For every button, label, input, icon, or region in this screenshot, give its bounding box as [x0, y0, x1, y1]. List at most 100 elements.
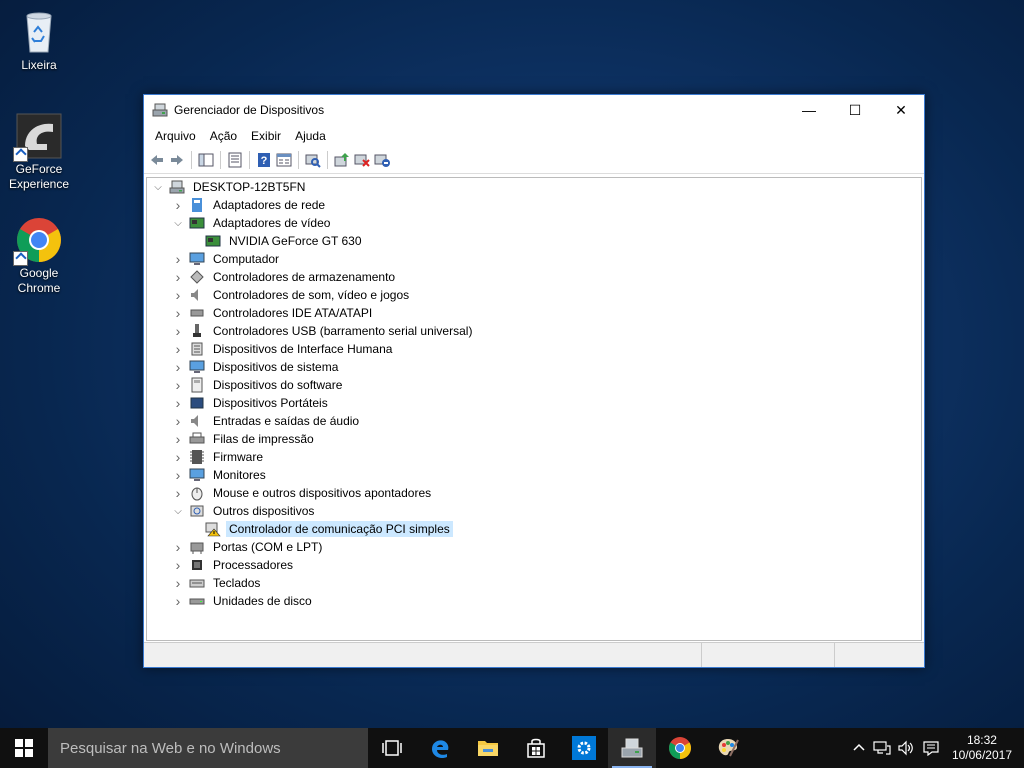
chevron-right-icon[interactable]: ›	[173, 287, 183, 303]
action-center-button[interactable]	[918, 728, 944, 768]
scan-hardware-button[interactable]	[304, 151, 322, 169]
chevron-right-icon[interactable]: ›	[173, 359, 183, 375]
display-adapter-icon	[205, 233, 221, 249]
arrow-left-icon	[151, 155, 163, 165]
minimize-button[interactable]: —	[786, 95, 832, 125]
chevron-right-icon[interactable]: ›	[173, 449, 183, 465]
chevron-right-icon[interactable]: ›	[173, 323, 183, 339]
usb-icon	[189, 323, 205, 339]
title-bar[interactable]: Gerenciador de Dispositivos — ☐ ✕	[144, 95, 924, 125]
tree-child-item[interactable]: Controlador de comunicação PCI simples	[147, 520, 921, 538]
tree-item[interactable]: › Dispositivos Portáteis	[147, 394, 921, 412]
desktop-icon-label: GeForce Experience	[8, 162, 70, 191]
taskbar-store[interactable]	[512, 728, 560, 768]
update-driver-button[interactable]	[333, 151, 351, 169]
tree-child-item[interactable]: NVIDIA GeForce GT 630	[147, 232, 921, 250]
maximize-button[interactable]: ☐	[832, 95, 878, 125]
search-box[interactable]: Pesquisar na Web e no Windows	[48, 728, 368, 768]
device-tree[interactable]: ⌵ DESKTOP-12BT5FN › Adaptadores de rede ⌵ A…	[146, 177, 922, 641]
desktop-icon-google-chrome[interactable]: Google Chrome	[1, 216, 77, 296]
hid-icon	[189, 341, 205, 357]
task-view-button[interactable]	[368, 728, 416, 768]
console-tree-icon	[198, 153, 214, 167]
tree-item[interactable]: › Controladores USB (barramento serial un…	[147, 322, 921, 340]
taskbar-device-manager[interactable]	[608, 728, 656, 768]
chevron-right-icon[interactable]: ›	[173, 305, 183, 321]
menu-arquivo[interactable]: Arquivo	[148, 129, 203, 143]
keyboard-icon	[189, 575, 205, 591]
svg-text:?: ?	[261, 155, 268, 167]
taskbar: Pesquisar na Web e no Windows 18:32 10/0…	[0, 728, 1024, 768]
tree-item[interactable]: › Monitores	[147, 466, 921, 484]
chevron-right-icon[interactable]: ›	[173, 575, 183, 591]
close-button[interactable]: ✕	[878, 95, 924, 125]
clock[interactable]: 18:32 10/06/2017	[944, 733, 1024, 763]
tree-item[interactable]: › Computador	[147, 250, 921, 268]
volume-button[interactable]	[894, 728, 918, 768]
tree-item[interactable]: › Portas (COM e LPT)	[147, 538, 921, 556]
tree-item[interactable]: › Filas de impressão	[147, 430, 921, 448]
tree-item[interactable]: › Dispositivos de sistema	[147, 358, 921, 376]
forward-button[interactable]	[168, 151, 186, 169]
properties-button[interactable]	[226, 151, 244, 169]
tree-item-label: Entradas e saídas de áudio	[213, 414, 360, 428]
menu-acao[interactable]: Ação	[203, 129, 244, 143]
tree-item-label: Controladores de som, vídeo e jogos	[213, 288, 410, 302]
tree-item[interactable]: › Dispositivos de Interface Humana	[147, 340, 921, 358]
taskbar-edge[interactable]	[416, 728, 464, 768]
chevron-right-icon[interactable]: ›	[173, 413, 183, 429]
chevron-right-icon[interactable]: ›	[173, 269, 183, 285]
recycle-bin-icon	[15, 8, 63, 56]
start-button[interactable]	[0, 728, 48, 768]
tree-item[interactable]: ⌵ Adaptadores de vídeo	[147, 214, 921, 232]
chevron-right-icon[interactable]: ›	[173, 377, 183, 393]
chevron-right-icon[interactable]: ›	[173, 485, 183, 501]
taskbar-file-explorer[interactable]	[464, 728, 512, 768]
tree-item[interactable]: › Entradas e saídas de áudio	[147, 412, 921, 430]
tree-item[interactable]: › Teclados	[147, 574, 921, 592]
tree-item[interactable]: › Controladores IDE ATA/ATAPI	[147, 304, 921, 322]
status-bar	[144, 642, 924, 667]
tree-item[interactable]: › Mouse e outros dispositivos apontadores	[147, 484, 921, 502]
chevron-right-icon[interactable]: ›	[173, 431, 183, 447]
chevron-right-icon[interactable]: ›	[173, 593, 183, 609]
tree-item[interactable]: ⌵ Outros dispositivos	[147, 502, 921, 520]
chevron-down-icon[interactable]: ⌵	[153, 182, 163, 193]
show-hidden-icons-button[interactable]	[848, 728, 870, 768]
view-button[interactable]	[275, 151, 293, 169]
menu-exibir[interactable]: Exibir	[244, 129, 288, 143]
toolbar-separator	[191, 151, 192, 169]
chevron-down-icon[interactable]: ⌵	[173, 218, 183, 229]
chevron-right-icon[interactable]: ›	[173, 557, 183, 573]
help-button[interactable]: ?	[255, 151, 273, 169]
tree-item[interactable]: › Adaptadores de rede	[147, 196, 921, 214]
chevron-right-icon[interactable]: ›	[173, 197, 183, 213]
taskbar-settings[interactable]	[560, 728, 608, 768]
taskbar-chrome[interactable]	[656, 728, 704, 768]
tree-item[interactable]: › Firmware	[147, 448, 921, 466]
chevron-right-icon[interactable]: ›	[173, 251, 183, 267]
tree-item[interactable]: › Processadores	[147, 556, 921, 574]
chevron-right-icon[interactable]: ›	[173, 539, 183, 555]
status-cell	[701, 643, 832, 667]
disable-device-button[interactable]	[373, 151, 391, 169]
back-button[interactable]	[148, 151, 166, 169]
tree-root[interactable]: ⌵ DESKTOP-12BT5FN	[147, 178, 921, 196]
tree-item[interactable]: › Unidades de disco	[147, 592, 921, 610]
network-icon	[873, 741, 891, 755]
network-button[interactable]	[870, 728, 894, 768]
chevron-right-icon[interactable]: ›	[173, 341, 183, 357]
chevron-right-icon[interactable]: ›	[173, 395, 183, 411]
taskbar-paint[interactable]	[704, 728, 752, 768]
show-hide-console-tree-button[interactable]	[197, 151, 215, 169]
menu-ajuda[interactable]: Ajuda	[288, 129, 333, 143]
tree-item[interactable]: › Dispositivos do software	[147, 376, 921, 394]
desktop-icon-geforce-experience[interactable]: GeForce Experience	[1, 112, 77, 192]
desktop-icon-recycle-bin[interactable]: Lixeira	[1, 8, 77, 73]
uninstall-device-button[interactable]	[353, 151, 371, 169]
chevron-down-icon[interactable]: ⌵	[173, 506, 183, 517]
chevron-right-icon[interactable]: ›	[173, 467, 183, 483]
system-device-icon	[189, 359, 205, 375]
tree-item[interactable]: › Controladores de armazenamento	[147, 268, 921, 286]
tree-item[interactable]: › Controladores de som, vídeo e jogos	[147, 286, 921, 304]
